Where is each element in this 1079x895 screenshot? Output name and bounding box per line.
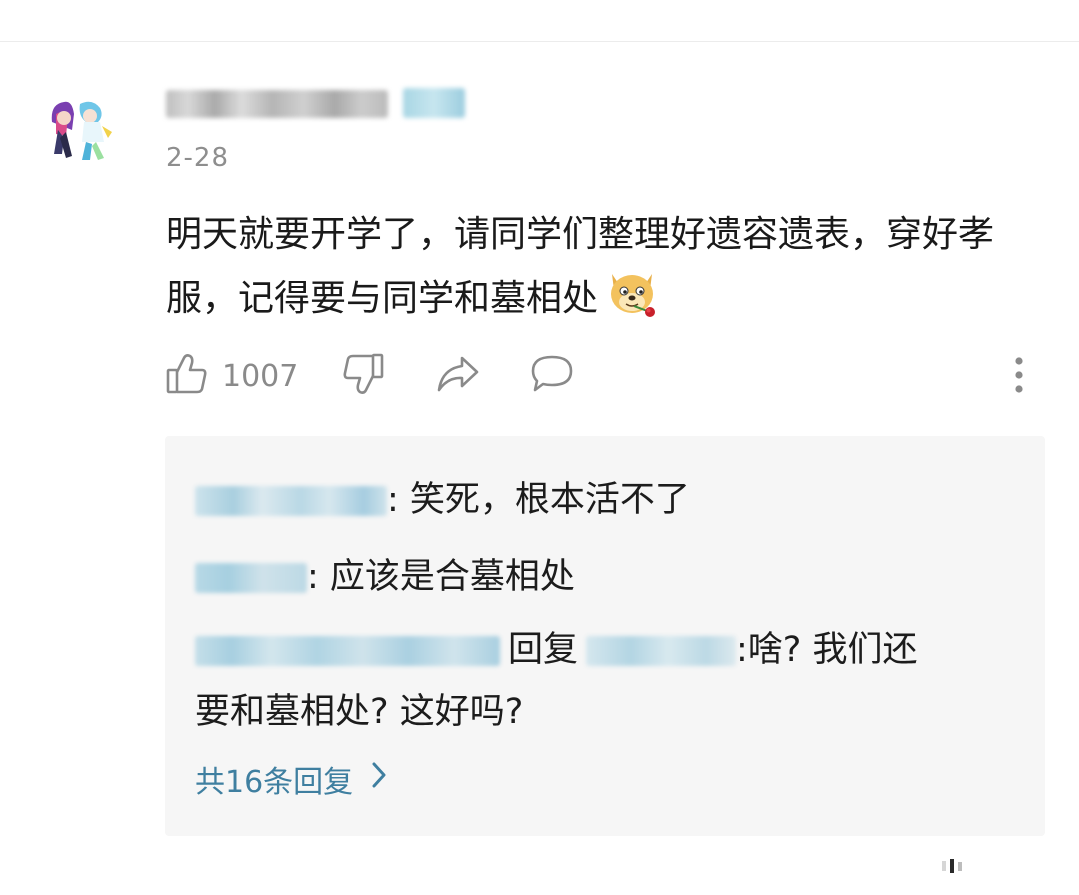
username-blurred[interactable] [166, 90, 388, 118]
user-badge-blurred [403, 88, 465, 118]
comment-bubble-icon [530, 354, 574, 398]
watermark-corner [942, 858, 968, 873]
chevron-right-icon [353, 761, 387, 797]
comment-text: 明天就要开学了，请同学们整理好遗容遗表，穿好孝服，记得要与同学和墓相处 [166, 205, 1056, 328]
reply-item[interactable]: : 应该是合墓相处 [195, 555, 575, 599]
thumbs-down-icon [342, 352, 384, 400]
reply-username-blurred[interactable] [195, 563, 307, 593]
reply-item[interactable]: : 笑死，根本活不了 [195, 478, 690, 522]
reply-text: : 应该是合墓相处 [307, 557, 575, 597]
reply-item[interactable]: 回复 :啥? 我们还 [195, 628, 918, 672]
comment-button[interactable] [530, 354, 574, 398]
more-options-button[interactable] [1008, 356, 1030, 400]
reply-target-username-blurred[interactable] [586, 636, 737, 666]
user-avatar[interactable] [42, 92, 118, 168]
share-icon [436, 355, 480, 397]
share-button[interactable] [436, 355, 480, 397]
thumbs-up-icon [166, 352, 208, 400]
dislike-button[interactable] [342, 352, 384, 400]
doge-rose-emoji-icon [604, 264, 660, 320]
like-count: 1007 [222, 358, 299, 394]
top-divider [0, 41, 1079, 42]
reply-username-blurred[interactable] [195, 636, 500, 666]
reply-text: :啥? 我们还 [736, 630, 918, 670]
more-vertical-icon [1008, 356, 1030, 400]
like-button[interactable]: 1007 [166, 352, 298, 400]
reply-text: : 笑死，根本活不了 [387, 480, 690, 520]
reply-username-blurred[interactable] [195, 486, 387, 516]
more-replies-label: 共16条回复 [195, 765, 354, 800]
comment-body: 明天就要开学了，请同学们整理好遗容遗表，穿好孝服，记得要与同学和墓相处 [166, 214, 995, 319]
view-all-replies-link[interactable]: 共16条回复 [195, 757, 387, 801]
reply-text-continued: 要和墓相处? 这好吗? [195, 692, 524, 732]
reply-to-label: 回复 [508, 630, 579, 670]
comment-date: 2-28 [166, 143, 230, 173]
